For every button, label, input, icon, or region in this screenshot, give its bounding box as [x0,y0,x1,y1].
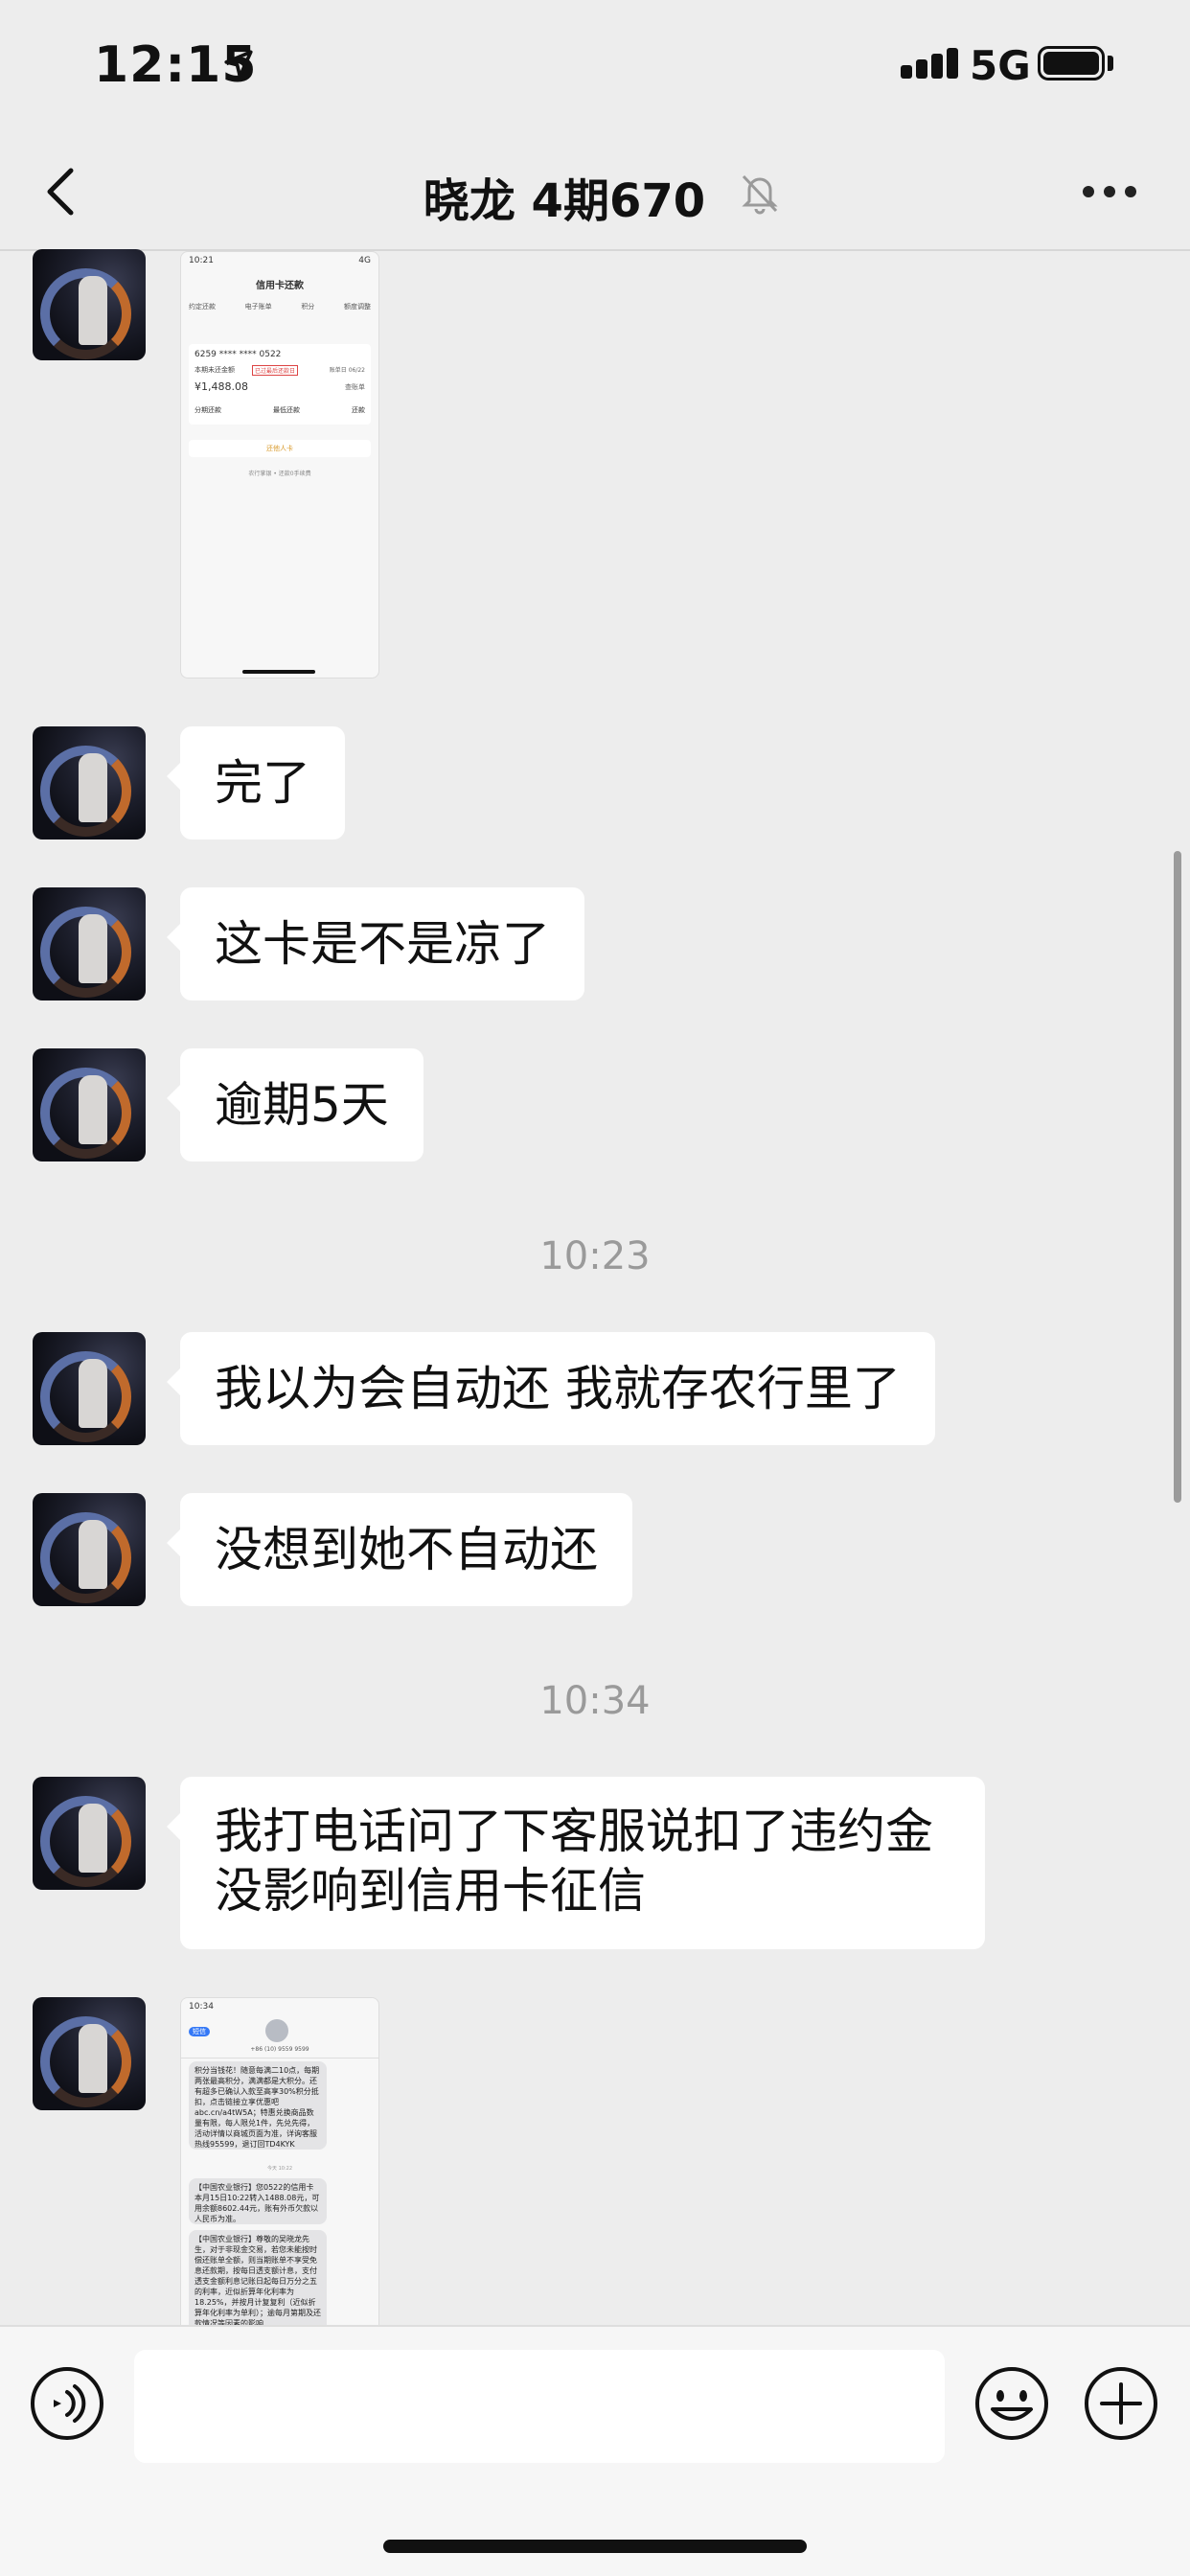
shot-due-tag: 已过最后还款日 [252,365,299,376]
message-bubble[interactable]: 我打电话问了下客服说扣了违约金没影响到信用卡征信 [167,1777,985,1949]
avatar[interactable] [33,726,146,840]
shot-contact-avatar [265,2019,288,2042]
timestamp: 10:23 [539,1234,651,1278]
message-bubble[interactable]: 这卡是不是凉了 [167,887,584,1000]
chat-header: 晓龙 4期670 [0,134,1190,251]
shot-title: 信用卡还款 [256,281,304,291]
shot-detail-link: 查账单 [345,383,365,391]
timestamp: 10:34 [539,1679,651,1723]
network-type: 5G [970,42,1031,89]
battery-tip [1108,56,1113,71]
sms-date: 今天 10:22 [267,2166,292,2172]
shot-add-card: 还他人卡 [189,440,371,457]
message-bubble[interactable]: 逾期5天 [167,1048,423,1162]
shot-amount: ¥1,488.08 [195,380,248,393]
shot-tab: 电子账单 [244,303,272,310]
ellipsis-icon[interactable] [1083,186,1140,199]
shot-card-number: 6259 **** **** 0522 [195,350,282,359]
avatar[interactable] [33,249,146,360]
avatar[interactable] [33,887,146,1000]
message-bubble[interactable]: 完了 [167,726,345,840]
message-bubble[interactable]: 我以为会自动还 我就存农行里了 [167,1332,935,1445]
shot-card: 6259 **** **** 0522 本期未还金额 已过最后还款日 账单日 0… [189,344,371,425]
avatar[interactable] [33,1332,146,1445]
home-indicator [383,2540,807,2553]
location-arrow-icon [224,50,253,79]
avatar[interactable] [33,1997,146,2110]
image-message-screenshot[interactable]: 10:34 短信 +86 (10) 9559 9599 积分当钱花！随意每满二1… [180,1997,379,2325]
image-message-screenshot[interactable]: 10:21 4G 信用卡还款 约定还款 电子账单 积分 额度调整 6259 **… [180,251,379,678]
scrollbar[interactable] [1174,851,1181,1503]
shot-due-label: 本期未还金额 [195,366,235,374]
voice-wave-icon[interactable] [29,2365,105,2442]
status-bar: 12:15 5G [0,0,1190,134]
shot-signal: 4G [358,256,371,265]
smiley-icon[interactable] [973,2365,1050,2442]
shot-bill-date: 账单日 06/22 [329,367,365,374]
plus-circle-icon[interactable] [1083,2365,1159,2442]
sms-bubble: 【中国农业银行】您0522的信用卡本月15日10:22转入1488.08元，可用… [189,2178,327,2224]
shot-back: 短信 [189,2027,210,2036]
avatar[interactable] [33,1048,146,1162]
avatar[interactable] [33,1493,146,1606]
shot-action: 分期还款 [195,406,221,414]
shot-time: 10:34 [189,2002,214,2012]
shot-home-indicator [242,670,315,674]
sms-bubble: 积分当钱花！随意每满二10点，每期两张最高积分，满满都是大积分。还有超多已确认入… [189,2061,327,2150]
shot-tab: 额度调整 [343,303,371,310]
shot-action: 还款 [352,406,365,414]
bell-slash-icon [742,174,778,215]
shot-sender: +86 (10) 9559 9599 [250,2046,309,2053]
shot-tab: 积分 [301,303,315,310]
message-bubble[interactable]: 没想到她不自动还 [167,1493,632,1606]
shot-tab: 约定还款 [189,303,216,310]
battery-icon [1038,46,1105,80]
message-input[interactable] [134,2350,945,2463]
avatar[interactable] [33,1777,146,1890]
shot-action: 最低还款 [273,406,300,414]
shot-time: 10:21 [189,256,214,265]
shot-footer: 农行掌银 • 还款0手续费 [248,471,311,477]
chat-title: 晓龙 4期670 [423,174,706,228]
input-bar [0,2325,1190,2576]
sms-bubble: 【中国农业银行】尊敬的吴晓龙先生，对于非现金交易，若您未能按时偿还账单全额，则当… [189,2230,327,2325]
